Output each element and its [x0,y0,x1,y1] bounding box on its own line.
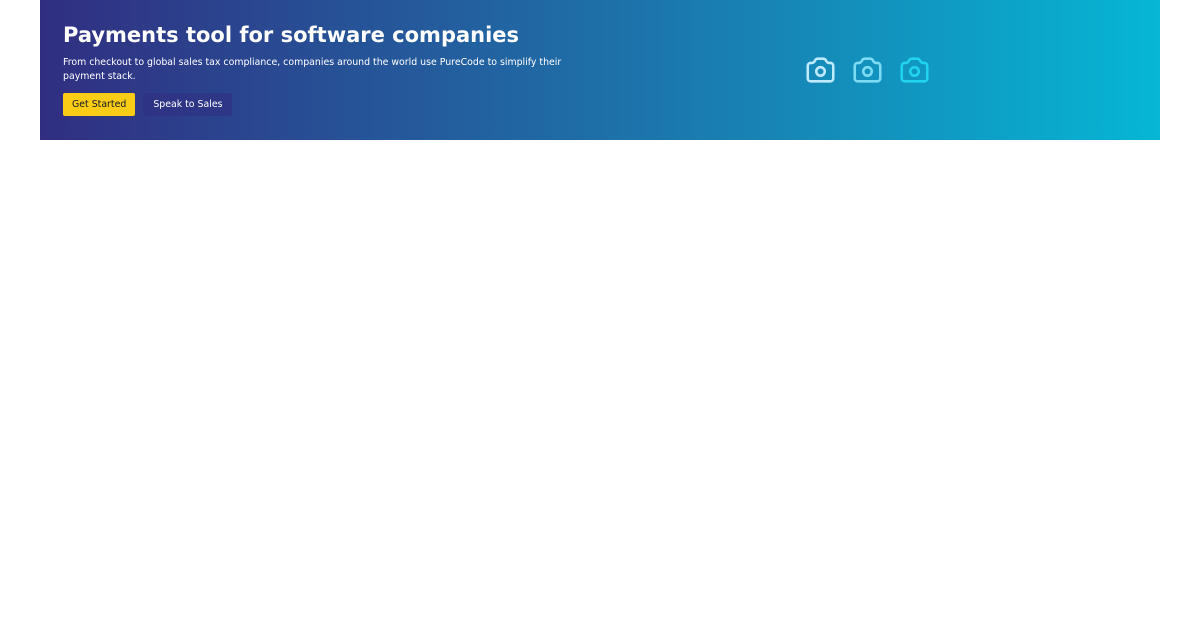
hero-title: Payments tool for software companies [63,23,520,47]
camera-icon [806,57,835,83]
camera-icon [900,57,929,83]
hero-banner: Payments tool for software companies Fro… [40,0,1160,140]
get-started-button[interactable]: Get Started [63,93,136,116]
hero-content: Payments tool for software companies Fro… [63,20,583,116]
icon-row [803,53,932,87]
camera-icon [853,57,882,83]
hero-actions: Get Started Speak to Sales [63,93,583,116]
hero-subtitle: From checkout to global sales tax compli… [63,57,562,82]
speak-to-sales-button[interactable]: Speak to Sales [143,93,233,116]
